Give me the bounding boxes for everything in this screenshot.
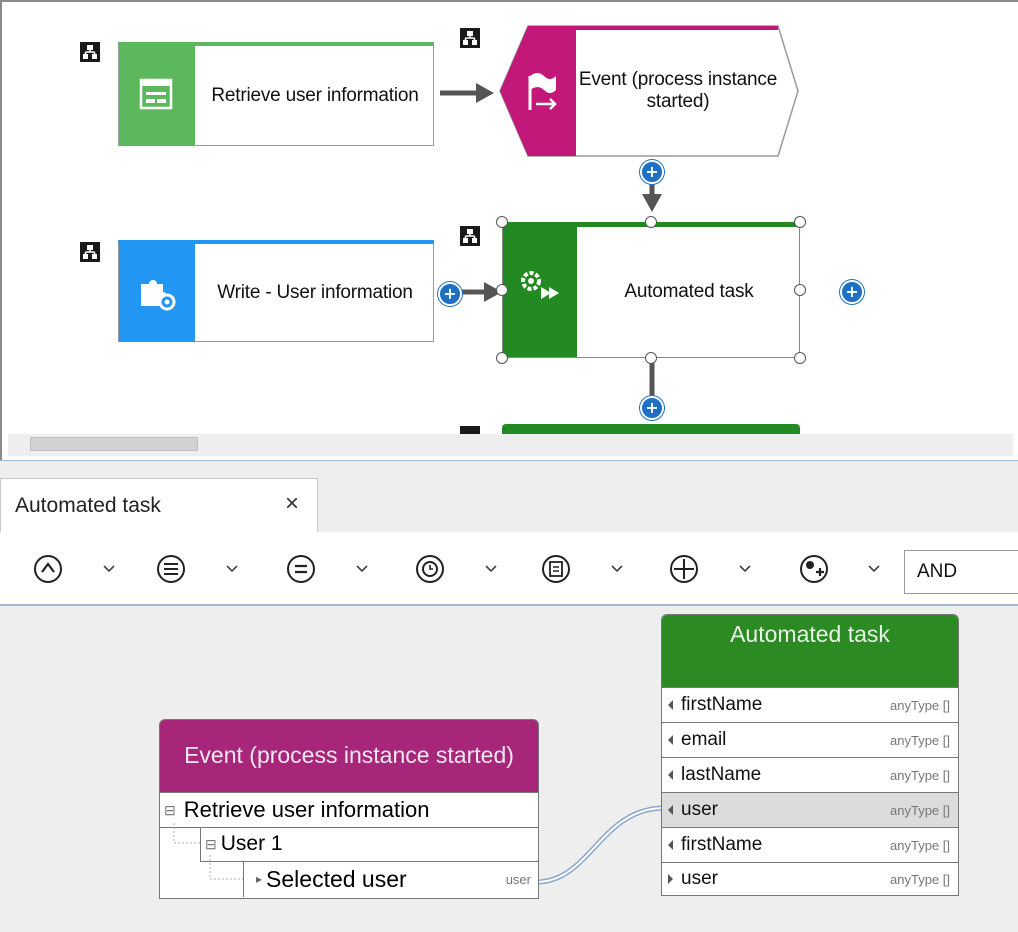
hierarchy-glyph [83,245,97,259]
chevron-down-icon[interactable] [481,559,501,579]
field-type: anyType [] [890,802,950,818]
field-label: email [681,729,727,750]
equals-icon[interactable] [285,553,317,585]
node-write-icon-panel [119,244,195,342]
node-retrieve-icon-panel [119,46,195,146]
target-object[interactable]: Automated task firstName anyType [] email… [661,614,959,896]
chevron-down-icon[interactable] [99,559,119,579]
tree-item-selected-user[interactable]: ▸ Selected user user [243,861,539,897]
tab-automated-task[interactable]: Automated task × [0,478,318,532]
star-plus-icon[interactable] [798,553,830,585]
hierarchy-glyph [463,229,477,243]
add-connection-button[interactable]: + [438,282,462,306]
field-label: lastName [681,764,762,785]
node-automated-task[interactable]: Automated task [502,222,800,358]
list-icon[interactable] [155,553,187,585]
hierarchy-glyph [463,31,477,45]
close-icon[interactable]: × [285,490,299,518]
resize-handle[interactable] [645,216,657,228]
gear-play-icon [521,271,559,299]
node-retrieve-label: Retrieve user information [211,84,419,106]
target-field-row[interactable]: user anyType [] [662,862,958,895]
node-retrieve-user-information[interactable]: Retrieve user information [118,42,434,146]
caret-up-icon[interactable] [32,553,64,585]
chevron-down-icon[interactable] [607,559,627,579]
node-automated-label: Automated task [624,280,754,302]
tab-label: Automated task [15,493,161,517]
target-field-row-selected[interactable]: user anyType [] [662,792,958,827]
field-label: firstName [681,694,763,715]
add-connection-button[interactable]: + [640,160,664,184]
node-next-partial[interactable] [502,424,800,434]
chevron-down-icon[interactable] [352,559,372,579]
resize-handle[interactable] [645,352,657,364]
target-field-row[interactable]: firstName anyType [] [662,687,958,722]
resize-handle[interactable] [496,284,508,296]
document-icon[interactable] [540,553,572,585]
hierarchy-icon[interactable] [460,426,480,434]
node-event-label: Event (process instance started) [578,68,778,112]
hierarchy-glyph [83,45,97,59]
tree-guides [173,823,243,880]
chevron-down-icon[interactable] [222,559,242,579]
resize-handle[interactable] [496,352,508,364]
field-type: anyType [] [890,732,950,748]
node-write-user-information[interactable]: Write - User information [118,240,434,342]
field-label: firstName [681,834,763,855]
field-type: anyType [] [890,767,950,783]
scrollbar-thumb[interactable] [30,437,198,451]
source-object-title: Event (process instance started) [159,719,539,793]
puzzle-gear-icon [141,280,176,311]
target-object-title: Automated task [662,615,958,687]
resize-handle[interactable] [794,352,806,364]
field-type: anyType [] [890,697,950,713]
arrowhead-event-automated [642,194,662,212]
form-window-icon [139,78,173,110]
tree-item-label: Selected user [266,865,407,892]
resize-handle[interactable] [794,216,806,228]
operator-field[interactable]: AND [904,550,1018,594]
resize-handle[interactable] [794,284,806,296]
target-field-row[interactable]: firstName anyType [] [662,827,958,862]
field-type: anyType [] [890,837,950,853]
node-write-label: Write - User information [217,281,413,303]
field-label: user [681,799,718,820]
resize-handle[interactable] [496,216,508,228]
add-connection-button[interactable]: + [640,396,664,420]
add-connection-button[interactable]: + [840,280,864,304]
target-field-row[interactable]: lastName anyType [] [662,757,958,792]
source-object[interactable]: Event (process instance started) ⊟ Retri… [159,719,539,899]
node-automated-icon-panel [503,227,577,357]
chevron-down-icon[interactable] [864,559,884,579]
clock-icon[interactable] [414,553,446,585]
tree-item-type: user [505,871,531,887]
plus-circle-icon[interactable] [668,553,700,585]
mapping-connection[interactable] [530,796,670,892]
target-field-row[interactable]: email anyType [] [662,722,958,757]
source-tree: ⊟ Retrieve user information ⊟ User 1 ▸ S… [159,793,539,899]
arrowhead-retrieve-event [476,83,494,103]
field-type: anyType [] [890,871,950,887]
chevron-down-icon[interactable] [735,559,755,579]
field-label: user [681,868,718,889]
toolbar [0,532,1018,606]
